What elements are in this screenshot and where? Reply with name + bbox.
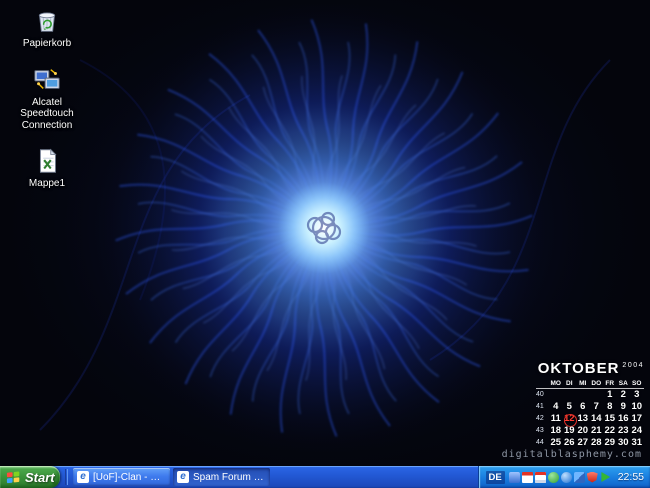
calendar-day-header: SO: [630, 378, 644, 389]
language-indicator[interactable]: DE: [486, 471, 505, 484]
tray-icon-security[interactable]: [587, 472, 598, 483]
desktop-icon-recycle-bin[interactable]: Papierkorb: [4, 6, 90, 50]
system-tray: DE 22:55: [478, 466, 650, 488]
desktop-icon-label: Alcatel Speedtouch Connection: [4, 97, 90, 132]
calendar-day: 7: [590, 401, 604, 413]
calendar-week-number: 41: [536, 401, 549, 413]
calendar-day-header: MI: [576, 378, 590, 389]
calendar-day-header: DO: [590, 378, 604, 389]
calendar-day: 8: [603, 401, 617, 413]
tray-icon-messenger[interactable]: [561, 472, 572, 483]
wallpaper-calendar: OKTOBER 2004 MO DI MI DO FR SA SO 40 1 2…: [536, 360, 646, 449]
calendar-day: 28: [590, 437, 604, 449]
calendar-day: [576, 389, 590, 401]
desktop[interactable]: Papierkorb Alcatel Speedtouch Connection: [0, 0, 650, 466]
dialup-connection-icon: [32, 65, 62, 95]
calendar-day: 26: [563, 437, 577, 449]
start-button[interactable]: Start: [0, 466, 60, 488]
calendar-month-title: OKTOBER: [538, 360, 620, 377]
calendar-day: 13: [576, 413, 590, 425]
tray-clock[interactable]: 22:55: [618, 471, 644, 483]
calendar-day: 5: [563, 401, 577, 413]
calendar-day: 10: [630, 401, 644, 413]
calendar-day: 16: [617, 413, 631, 425]
windows-flag-icon: [6, 470, 21, 485]
desktop-icon-list: Papierkorb Alcatel Speedtouch Connection: [4, 6, 90, 190]
calendar-day: [590, 389, 604, 401]
screen: Papierkorb Alcatel Speedtouch Connection: [0, 0, 650, 488]
calendar-day: 11: [549, 413, 563, 425]
calendar-day-header: FR: [603, 378, 617, 389]
calendar-day: 3: [630, 389, 644, 401]
calendar-day: 30: [617, 437, 631, 449]
calendar-day: 21: [590, 425, 604, 437]
taskbar-button-uof-clan[interactable]: e [UoF]-Clan - Union of...: [73, 468, 170, 486]
calendar-grid: MO DI MI DO FR SA SO 40 1 2 3 41 4 5 6 7: [536, 378, 646, 449]
calendar-week-number: 44: [536, 437, 549, 449]
taskbar-button-spam-forum[interactable]: e Spam Forum -- [UoF]-...: [173, 468, 270, 486]
digitalblasphemy-watermark: digitalblasphemy.com: [502, 449, 642, 460]
taskbar-button-label: Spam Forum -- [UoF]-...: [193, 472, 266, 483]
calendar-day: 17: [630, 413, 644, 425]
calendar-day: 9: [617, 401, 631, 413]
start-button-label: Start: [25, 470, 55, 485]
calendar-day: 24: [630, 425, 644, 437]
recycle-bin-icon: [32, 6, 62, 36]
tray-icon-calendar[interactable]: [535, 472, 546, 483]
desktop-icon-excel-workbook[interactable]: Mappe1: [4, 146, 90, 190]
calendar-header: OKTOBER 2004: [536, 360, 646, 377]
excel-workbook-icon: [32, 146, 62, 176]
tray-icon-display[interactable]: [509, 472, 520, 483]
internet-explorer-icon: e: [77, 471, 89, 483]
calendar-week-number: 40: [536, 389, 549, 401]
calendar-day: 15: [603, 413, 617, 425]
taskbar-window-buttons: e [UoF]-Clan - Union of... e Spam Forum …: [73, 468, 270, 486]
calendar-day: 14: [590, 413, 604, 425]
internet-explorer-icon: e: [177, 471, 189, 483]
tray-icon-network[interactable]: [574, 472, 585, 483]
taskbar-divider: [65, 469, 68, 485]
taskbar: Start e [UoF]-Clan - Union of... e Spam …: [0, 466, 650, 488]
taskbar-button-label: [UoF]-Clan - Union of...: [93, 472, 166, 483]
calendar-day: 2: [617, 389, 631, 401]
calendar-day: 27: [576, 437, 590, 449]
calendar-week-number: 43: [536, 425, 549, 437]
calendar-day: [549, 389, 563, 401]
calendar-day-header: DI: [563, 378, 577, 389]
calendar-day-header: MO: [549, 378, 563, 389]
tray-icon-scheduler[interactable]: [522, 472, 533, 483]
calendar-day: 20: [576, 425, 590, 437]
calendar-day: 23: [617, 425, 631, 437]
calendar-day: [563, 389, 577, 401]
calendar-day: 29: [603, 437, 617, 449]
calendar-week-number: 42: [536, 413, 549, 425]
calendar-day: 4: [549, 401, 563, 413]
calendar-corner: [536, 378, 549, 389]
calendar-day: 1: [603, 389, 617, 401]
calendar-year: 2004: [622, 362, 644, 369]
calendar-day: 31: [630, 437, 644, 449]
calendar-day: 6: [576, 401, 590, 413]
desktop-icon-label: Mappe1: [29, 178, 65, 190]
desktop-icon-label: Papierkorb: [23, 38, 71, 50]
calendar-day: 22: [603, 425, 617, 437]
calendar-day: 25: [549, 437, 563, 449]
calendar-day-header: SA: [617, 378, 631, 389]
tray-icon-volume[interactable]: [600, 472, 611, 483]
desktop-icon-alcatel-connection[interactable]: Alcatel Speedtouch Connection: [4, 65, 90, 132]
calendar-day-highlighted: 12: [563, 413, 577, 425]
calendar-day: 19: [563, 425, 577, 437]
calendar-day: 18: [549, 425, 563, 437]
tray-icon-update[interactable]: [548, 472, 559, 483]
